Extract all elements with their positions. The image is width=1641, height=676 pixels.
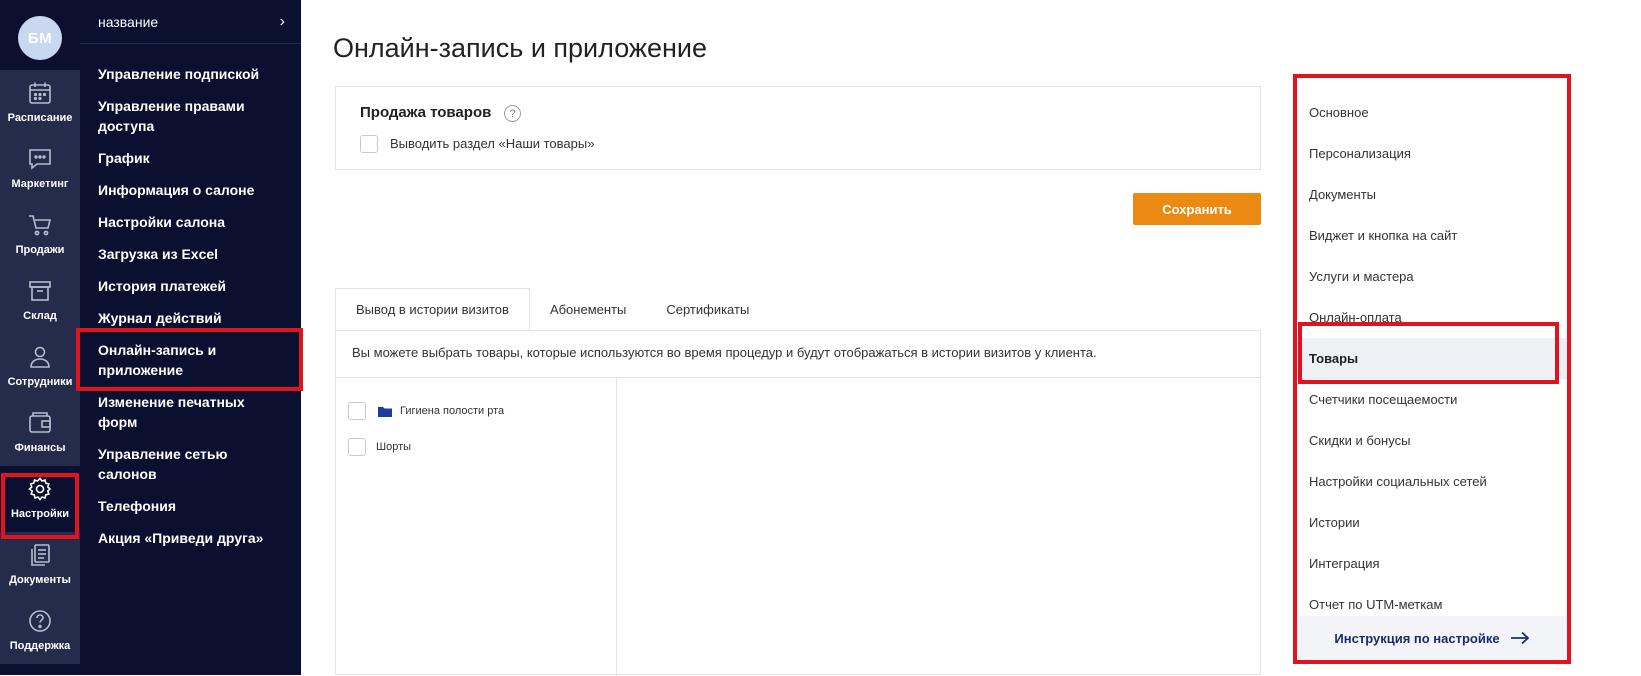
cart-icon <box>29 215 52 236</box>
help-icon <box>29 610 51 632</box>
product-tree: Гигиена полости рта Шорты <box>336 378 617 676</box>
chat-icon <box>29 149 51 170</box>
rail-label: Продажи <box>15 244 65 256</box>
submenu-title: название <box>98 13 159 30</box>
setup-guide-link[interactable]: Инструкция по настройке <box>1297 616 1567 660</box>
tree-item-checkbox[interactable] <box>348 438 366 456</box>
rail-label: Поддержка <box>9 640 71 652</box>
submenu-item-subscription[interactable]: Управление подпиской <box>80 58 301 90</box>
show-products-checkbox[interactable] <box>360 135 378 153</box>
settings-submenu: название › Управление подпиской Управлен… <box>80 0 301 675</box>
section-nav-item[interactable]: Настройки социальных сетей <box>1297 461 1567 502</box>
rail-item-documents[interactable]: Документы <box>0 532 80 598</box>
section-nav-item-products[interactable]: Товары <box>1297 338 1567 379</box>
submenu-item-payment-history[interactable]: История платежей <box>80 270 301 302</box>
rail-item-settings[interactable]: Настройки <box>0 466 80 532</box>
gear-icon <box>28 477 52 501</box>
arrow-right-icon <box>1510 631 1529 645</box>
rail-item-sales[interactable]: Продажи <box>0 202 80 268</box>
rail-label: Финансы <box>14 442 66 454</box>
submenu-item-online-booking[interactable]: Онлайн-запись и приложение <box>80 334 301 386</box>
avatar[interactable]: БМ <box>18 16 62 60</box>
submenu-item-salon-info[interactable]: Информация о салоне <box>80 174 301 206</box>
submenu-list: Управление подпиской Управление правами … <box>80 58 301 554</box>
documents-icon <box>31 544 50 566</box>
rail-item-schedule[interactable]: Расписание <box>0 70 80 136</box>
person-icon <box>30 346 50 368</box>
tree-item-checkbox[interactable] <box>348 402 366 420</box>
rail-label: Склад <box>23 310 57 322</box>
card-title: Продажа товаров <box>360 104 492 121</box>
chevron-right-icon: › <box>279 12 285 30</box>
tab-visit-history[interactable]: Вывод в истории визитов <box>335 288 530 331</box>
submenu-item-telephony[interactable]: Телефония <box>80 490 301 522</box>
section-nav-item[interactable]: Счетчики посещаемости <box>1297 379 1567 420</box>
section-nav-item[interactable]: Персонализация <box>1297 133 1567 174</box>
tab-description: Вы можете выбрать товары, которые исполь… <box>352 345 1097 360</box>
box-icon <box>29 281 51 301</box>
tree-item[interactable]: Шорты <box>348 438 411 456</box>
rail-item-finance[interactable]: Финансы <box>0 400 80 466</box>
section-nav-item[interactable]: Скидки и бонусы <box>1297 420 1567 461</box>
rail-label: Маркетинг <box>11 178 69 190</box>
submenu-item-salon-settings[interactable]: Настройки салона <box>80 206 301 238</box>
product-sale-card: Продажа товаров ? Выводить раздел «Наши … <box>335 86 1261 170</box>
tree-item-label: Шорты <box>376 441 412 453</box>
rail-item-warehouse[interactable]: Склад <box>0 268 80 334</box>
submenu-item-schedule[interactable]: График <box>80 142 301 174</box>
folder-icon <box>378 406 392 417</box>
tab-subscriptions[interactable]: Абонементы <box>529 288 647 331</box>
submenu-item-salon-network[interactable]: Управление сетью салонов <box>80 438 301 490</box>
save-button[interactable]: Сохранить <box>1133 193 1261 225</box>
submenu-item-excel-import[interactable]: Загрузка из Excel <box>80 238 301 270</box>
section-nav-item[interactable]: Истории <box>1297 502 1567 543</box>
submenu-item-print-forms[interactable]: Изменение печатных форм <box>80 386 301 438</box>
rail-label: Расписание <box>7 112 73 124</box>
help-icon[interactable]: ? <box>504 105 521 122</box>
tabs: Вывод в истории визитов Абонементы Серти… <box>335 288 770 331</box>
calendar-icon <box>29 82 51 104</box>
tab-panel: Вы можете выбрать товары, которые исполь… <box>335 330 1261 676</box>
section-nav-item[interactable]: Документы <box>1297 174 1567 215</box>
avatar-area: БМ <box>0 0 80 70</box>
submenu-item-access-rights[interactable]: Управление правами доступа <box>80 90 301 142</box>
rail-item-staff[interactable]: Сотрудники <box>0 334 80 400</box>
rail-item-support[interactable]: Поддержка <box>0 598 80 664</box>
section-nav-item[interactable]: Онлайн-оплата <box>1297 297 1567 338</box>
submenu-item-action-log[interactable]: Журнал действий <box>80 302 301 334</box>
rail-item-marketing[interactable]: Маркетинг <box>0 136 80 202</box>
checkbox-label: Выводить раздел «Наши товары» <box>390 136 595 151</box>
section-nav-item[interactable]: Услуги и мастера <box>1297 256 1567 297</box>
section-nav-item[interactable]: Основное <box>1297 92 1567 133</box>
section-nav-item[interactable]: Интеграция <box>1297 543 1567 584</box>
icon-rail: БМ Расписание Маркетинг Продажи Склад Со… <box>0 0 80 675</box>
rail-label: Сотрудники <box>7 376 73 388</box>
rail-label: Настройки <box>10 508 70 520</box>
setup-guide-label: Инструкция по настройке <box>1334 630 1500 646</box>
page-title: Онлайн-запись и приложение <box>333 33 707 63</box>
submenu-item-refer-friend[interactable]: Акция «Приведи друга» <box>80 522 301 554</box>
submenu-header[interactable]: название › <box>80 0 301 44</box>
section-nav-item[interactable]: Виджет и кнопка на сайт <box>1297 215 1567 256</box>
section-nav-list: Основное Персонализация Документы Виджет… <box>1297 92 1567 625</box>
tree-item[interactable]: Гигиена полости рта <box>348 402 504 420</box>
settings-section-nav: Основное Персонализация Документы Виджет… <box>1293 74 1571 664</box>
tree-item-label: Гигиена полости рта <box>400 405 505 417</box>
tab-certificates[interactable]: Сертификаты <box>646 288 770 331</box>
wallet-icon <box>29 412 51 433</box>
rail-label: Документы <box>9 574 71 586</box>
